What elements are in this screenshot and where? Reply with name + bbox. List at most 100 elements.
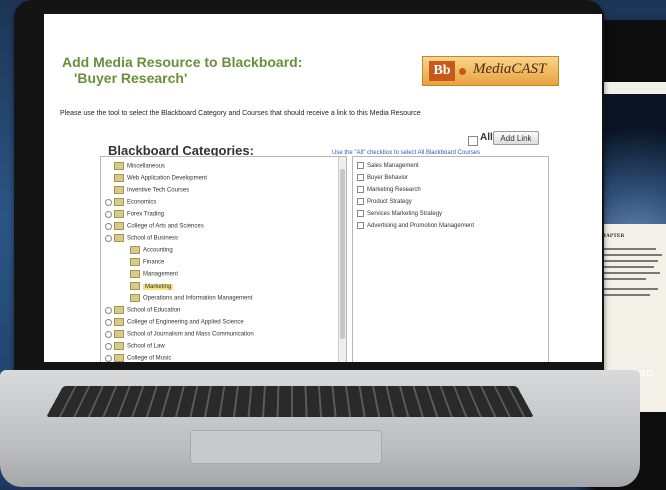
category-tree-item-label: Marketing (143, 283, 174, 290)
laptop-screen: Add Media Resource to Blackboard: 'Buyer… (44, 14, 602, 362)
folder-icon (114, 222, 124, 230)
category-tree-item-label: School of Law (127, 343, 165, 350)
folder-icon (114, 354, 124, 362)
course-list-item[interactable]: Product Strategy (357, 198, 412, 207)
scrollbar-thumb[interactable] (340, 169, 345, 339)
expand-toggle-icon[interactable] (105, 330, 112, 338)
expand-toggle-icon[interactable] (105, 210, 112, 218)
blackboard-logo-icon: Bb (429, 61, 455, 81)
category-tree-item-label: Management (143, 271, 179, 278)
category-tree-scrollbar[interactable] (338, 157, 346, 362)
course-label: Advertising and Promotion Management (367, 223, 475, 230)
category-tree-item-label: College of Music (127, 355, 172, 362)
category-tree-item[interactable]: Operations and Information Management (130, 294, 252, 303)
folder-icon (114, 174, 124, 182)
ipad-text-line (596, 288, 658, 290)
folder-icon (130, 282, 140, 290)
ipad-text-line (596, 254, 662, 256)
category-tree-item[interactable]: School of Education (105, 306, 180, 315)
category-tree-item-label: Web Application Development (127, 175, 207, 182)
add-link-button[interactable]: Add Link (493, 131, 539, 145)
folder-icon (130, 258, 140, 266)
ipad-text-line (596, 248, 656, 250)
instructions-text: Please use the tool to select the Blackb… (60, 110, 421, 117)
ipad-text-line (596, 260, 658, 262)
category-tree-item-label: College of Arts and Sciences (127, 223, 204, 230)
category-tree[interactable]: Miscellaneous Web Application Development… (100, 156, 347, 362)
category-tree-item-label: Operations and Information Management (143, 295, 253, 302)
folder-icon (114, 306, 124, 314)
category-tree-item-label: School of Journalism and Mass Communicat… (127, 331, 254, 338)
category-tree-item[interactable]: School of Law (105, 342, 165, 351)
page-title-line2: 'Buyer Research' (74, 70, 188, 86)
folder-icon (130, 270, 140, 278)
mediacast-logo: Bb MediaCAST (422, 56, 559, 86)
logo-connector-icon (459, 68, 466, 75)
course-list[interactable]: Sales Management Buyer Behavior Marketing … (352, 156, 549, 362)
category-tree-item[interactable]: Accounting (130, 246, 173, 255)
expand-toggle-icon[interactable] (105, 222, 112, 230)
course-label: Buyer Behavior (367, 175, 409, 182)
course-checkbox[interactable] (357, 222, 364, 229)
folder-icon (130, 246, 140, 254)
folder-icon (114, 342, 124, 350)
category-tree-item[interactable]: Finance (130, 258, 164, 267)
course-label: Services Marketing Strategy (367, 211, 443, 218)
ipad-text-line (596, 294, 650, 296)
laptop-lid: Add Media Resource to Blackboard: 'Buyer… (14, 0, 604, 380)
mediacast-logo-text: MediaCAST (473, 61, 547, 77)
category-tree-item-label: School of Business (127, 235, 179, 242)
course-list-item[interactable]: Services Marketing Strategy (357, 210, 442, 219)
folder-icon (114, 234, 124, 242)
category-tree-item-label: Finance (143, 259, 165, 266)
category-tree-item[interactable]: Forex Trading (105, 210, 164, 219)
category-tree-item[interactable]: Marketing (130, 282, 174, 291)
keyboard (46, 385, 534, 418)
category-tree-item-label: College of Engineering and Applied Scien… (127, 319, 244, 326)
expand-toggle-icon[interactable] (105, 198, 112, 206)
all-checkbox-label: All (480, 132, 493, 143)
category-tree-item[interactable]: College of Engineering and Applied Scien… (105, 318, 244, 327)
course-checkbox[interactable] (357, 210, 364, 217)
ipad-text-line (596, 272, 660, 274)
category-tree-item[interactable]: School of Journalism and Mass Communicat… (105, 330, 254, 339)
course-list-item[interactable]: Sales Management (357, 162, 419, 171)
category-tree-item[interactable]: Economics (105, 198, 156, 207)
category-tree-item-label: Accounting (143, 247, 173, 254)
course-checkbox[interactable] (357, 174, 364, 181)
expand-toggle-icon[interactable] (105, 234, 112, 242)
category-tree-item[interactable]: Inventive Tech Courses (114, 186, 189, 195)
laptop-base (0, 370, 640, 487)
expand-toggle-icon[interactable] (105, 306, 112, 314)
course-checkbox[interactable] (357, 198, 364, 205)
category-tree-item-label: School of Education (127, 307, 181, 314)
trackpad (190, 430, 382, 464)
page-title-line1: Add Media Resource to Blackboard: (62, 54, 303, 70)
course-checkbox[interactable] (357, 186, 364, 193)
course-label: Product Strategy (367, 199, 412, 206)
category-tree-item[interactable]: College of Arts and Sciences (105, 222, 204, 231)
category-tree-item[interactable]: College of Music (105, 354, 171, 362)
course-list-item[interactable]: Buyer Behavior (357, 174, 408, 183)
category-tree-item[interactable]: Management (130, 270, 178, 279)
folder-icon (114, 186, 124, 194)
expand-toggle-icon[interactable] (105, 318, 112, 326)
page-title: Add Media Resource to Blackboard: 'Buyer… (62, 54, 302, 86)
course-checkbox[interactable] (357, 162, 364, 169)
category-tree-item[interactable]: Web Application Development (114, 174, 207, 183)
expand-toggle-icon[interactable] (105, 342, 112, 350)
category-tree-item-label: Inventive Tech Courses (127, 187, 190, 194)
course-label: Sales Management (367, 163, 419, 170)
expand-toggle-icon[interactable] (105, 354, 112, 362)
course-list-item[interactable]: Marketing Research (357, 186, 421, 195)
folder-icon (114, 318, 124, 326)
category-tree-item[interactable]: Miscellaneous (114, 162, 165, 171)
folder-icon (114, 162, 124, 170)
all-checkbox[interactable] (468, 136, 478, 146)
category-tree-item[interactable]: School of Business (105, 234, 178, 243)
folder-icon (114, 330, 124, 338)
ipad-text-line (596, 266, 654, 268)
course-list-item[interactable]: Advertising and Promotion Management (357, 222, 474, 231)
folder-icon (130, 294, 140, 302)
category-tree-item-label: Forex Trading (127, 211, 165, 218)
